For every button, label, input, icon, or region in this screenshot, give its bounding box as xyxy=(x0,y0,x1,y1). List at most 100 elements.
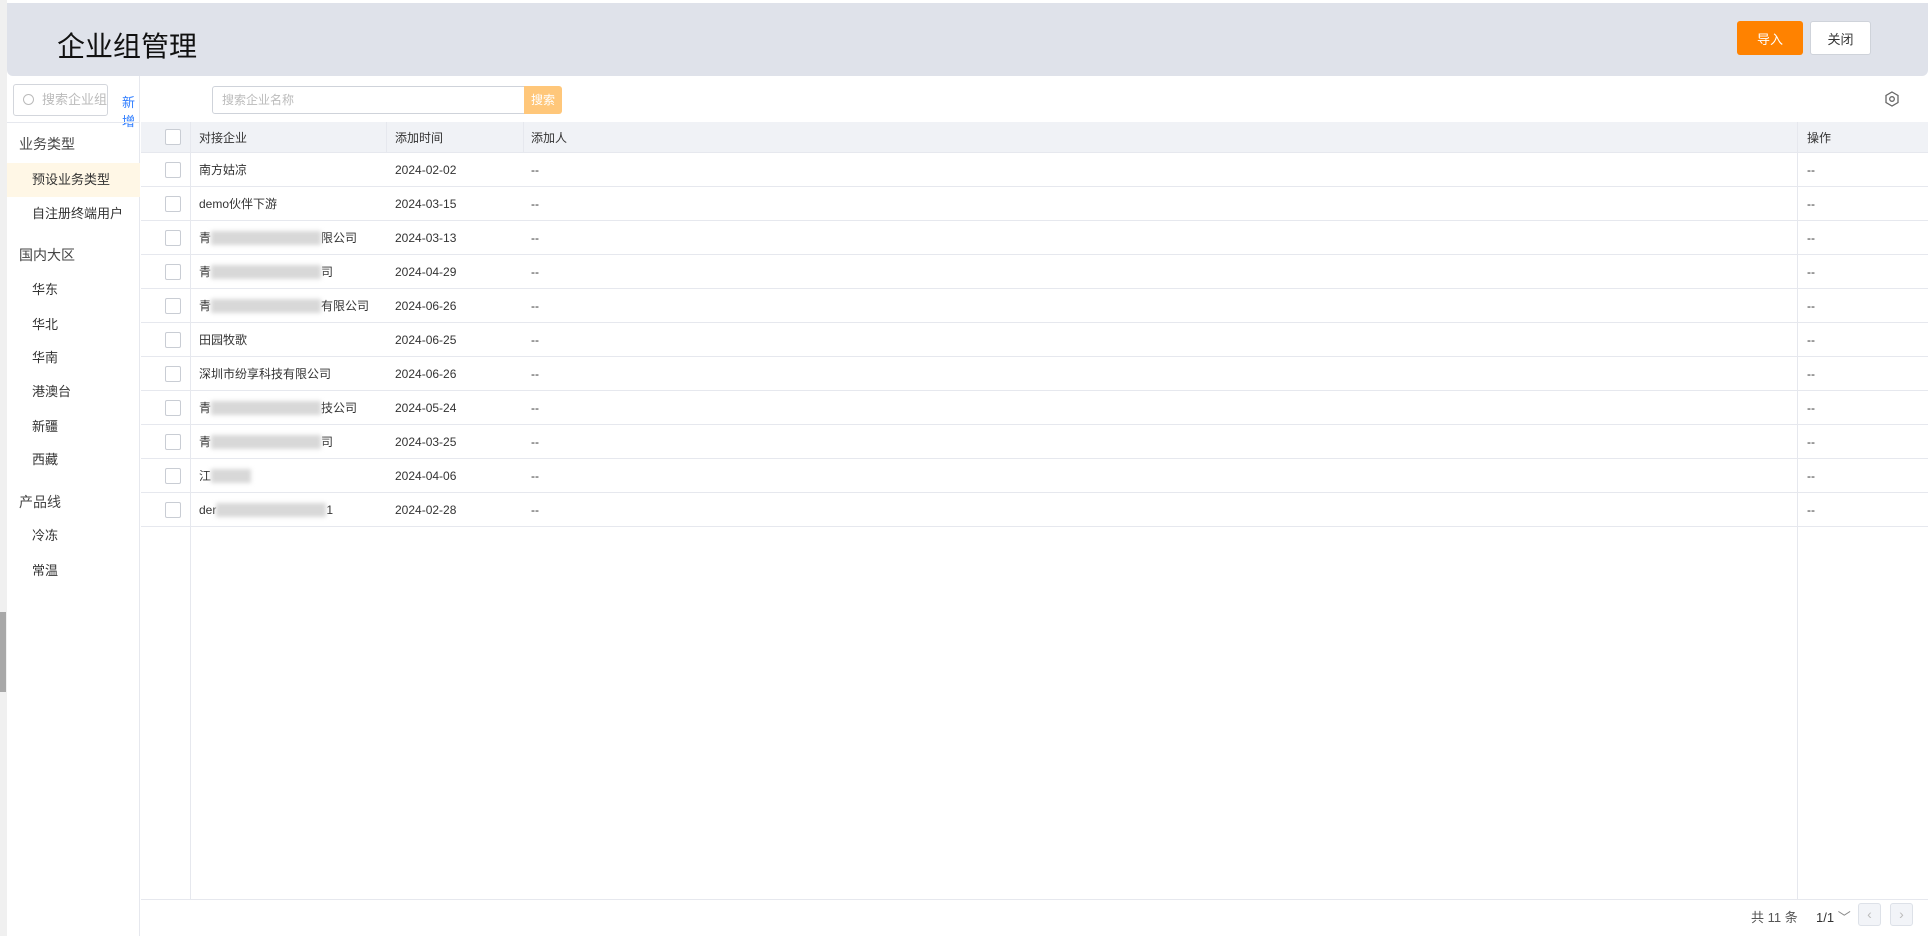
company-cell: 青司 xyxy=(199,434,334,449)
time-cell: 2024-04-06 xyxy=(395,468,457,483)
company-cell: 青有限公司 xyxy=(199,298,370,313)
op-cell: -- xyxy=(1807,468,1815,483)
adder-cell: -- xyxy=(531,400,539,415)
sidebar-item[interactable]: 华南 xyxy=(7,341,140,375)
sidebar-item[interactable]: 自注册终端用户 xyxy=(7,197,140,231)
op-cell: -- xyxy=(1807,400,1815,415)
company-cell: der 1 xyxy=(199,502,334,517)
redacted-block xyxy=(211,434,322,449)
table-row[interactable]: 青限公司 2024-03-13 -- -- xyxy=(141,221,1928,255)
row-checkbox[interactable] xyxy=(165,467,181,484)
op-cell: -- xyxy=(1807,332,1815,347)
table-row[interactable]: 青司 2024-03-25 -- -- xyxy=(141,425,1928,459)
company-cell: 江 xyxy=(199,459,252,492)
sidebar-item[interactable]: 预设业务类型 xyxy=(7,163,140,197)
time-cell: 2024-03-13 xyxy=(395,230,457,245)
row-checkbox[interactable] xyxy=(165,195,181,212)
company-cell: 青限公司 xyxy=(199,230,358,245)
col-adder: 添加人 xyxy=(531,130,568,145)
table-row[interactable]: 南方姑凉 2024-02-02 -- -- xyxy=(141,153,1928,187)
row-checkbox[interactable] xyxy=(165,331,181,348)
op-cell: -- xyxy=(1807,366,1815,381)
adder-cell: -- xyxy=(531,366,539,381)
adder-cell: -- xyxy=(531,230,539,245)
add-group-button[interactable]: 新增 xyxy=(122,92,139,130)
select-all-checkbox[interactable] xyxy=(165,129,181,145)
table-row[interactable]: 深圳市纷享科技有限公司 2024-06-26 -- -- xyxy=(141,357,1928,391)
next-page-button[interactable]: › xyxy=(1890,903,1913,926)
adder-cell: -- xyxy=(531,502,539,517)
table-row[interactable]: 青司 2024-04-29 -- -- xyxy=(141,255,1928,289)
group-search-input[interactable]: 搜索企业组 xyxy=(13,84,108,116)
row-checkbox[interactable] xyxy=(165,501,181,518)
sidebar-item[interactable]: 冷冻 xyxy=(7,519,140,553)
sidebar-item[interactable]: 新疆 xyxy=(7,410,140,444)
settings-icon[interactable] xyxy=(1884,91,1900,107)
op-cell: -- xyxy=(1807,264,1815,279)
col-time: 添加时间 xyxy=(395,130,444,145)
sidebar-item[interactable]: 常温 xyxy=(7,554,140,588)
scrollbar-thumb[interactable] xyxy=(0,612,6,692)
sidebar-item[interactable]: 港澳台 xyxy=(7,375,140,409)
table-row[interactable]: 田园牧歌 2024-06-25 -- -- xyxy=(141,323,1928,357)
redacted-block xyxy=(211,298,322,313)
op-cell: -- xyxy=(1807,196,1815,211)
sidebar: 搜索企业组 新增 业务类型 预设业务类型 自注册终端用户 国内大区 华东 华北 华南 港澳台新… xyxy=(7,76,140,936)
adder-cell: -- xyxy=(531,264,539,279)
divider xyxy=(190,122,191,899)
company-cell: 田园牧歌 xyxy=(199,333,248,347)
divider xyxy=(7,122,140,123)
time-cell: 2024-06-26 xyxy=(395,366,457,381)
sidebar-item[interactable]: 西藏 xyxy=(7,443,140,477)
company-cell: demo伙伴下游 xyxy=(199,197,278,211)
row-checkbox[interactable] xyxy=(165,297,181,314)
row-checkbox[interactable] xyxy=(165,399,181,416)
time-cell: 2024-02-28 xyxy=(395,502,457,517)
op-cell: -- xyxy=(1807,502,1815,517)
row-checkbox[interactable] xyxy=(165,365,181,382)
time-cell: 2024-05-24 xyxy=(395,400,457,415)
col-company: 对接企业 xyxy=(199,130,248,145)
import-button[interactable]: 导入 xyxy=(1737,21,1803,55)
divider xyxy=(386,122,387,153)
redacted-block xyxy=(211,264,322,279)
sidebar-item[interactable]: 华北 xyxy=(7,308,140,342)
table-row[interactable]: 江 2024-04-06 -- -- xyxy=(141,459,1928,493)
chevron-left-icon: ‹ xyxy=(1867,906,1872,922)
search-button[interactable]: 搜索 xyxy=(524,86,562,114)
op-cell: -- xyxy=(1807,434,1815,449)
table-row[interactable]: 青技公司 2024-05-24 -- -- xyxy=(141,391,1928,425)
outer-scrollbar[interactable] xyxy=(0,0,7,936)
row-checkbox[interactable] xyxy=(165,263,181,280)
table-row[interactable]: 青有限公司 2024-06-26 -- -- xyxy=(141,289,1928,323)
time-cell: 2024-02-02 xyxy=(395,162,457,177)
adder-cell: -- xyxy=(531,332,539,347)
search-icon xyxy=(23,94,34,105)
op-cell: -- xyxy=(1807,298,1815,313)
page-select[interactable]: 1/1 ﹀ xyxy=(1816,907,1851,926)
company-cell: 青技公司 xyxy=(199,400,358,415)
adder-cell: -- xyxy=(531,162,539,177)
adder-cell: -- xyxy=(531,298,539,313)
total-count: 共 11 条 xyxy=(1751,910,1798,925)
row-checkbox[interactable] xyxy=(165,229,181,246)
sidebar-group: 业务类型 xyxy=(19,136,75,152)
company-cell: 青司 xyxy=(199,264,334,279)
time-cell: 2024-06-25 xyxy=(395,332,457,347)
time-cell: 2024-03-25 xyxy=(395,434,457,449)
row-checkbox[interactable] xyxy=(165,433,181,450)
table-row[interactable]: der 1 2024-02-28 -- -- xyxy=(141,493,1928,527)
prev-page-button[interactable]: ‹ xyxy=(1858,903,1881,926)
company-search-input[interactable]: 搜索企业名称 xyxy=(212,86,527,114)
adder-cell: -- xyxy=(531,434,539,449)
close-button[interactable]: 关闭 xyxy=(1810,21,1871,55)
page-title: 企业组管理 xyxy=(57,31,198,62)
chevron-down-icon: ﹀ xyxy=(1837,910,1851,925)
redacted-block xyxy=(216,502,327,517)
sidebar-item[interactable]: 华东 xyxy=(7,273,140,307)
row-checkbox[interactable] xyxy=(165,161,181,178)
chevron-right-icon: › xyxy=(1899,906,1904,922)
company-table: 对接企业 添加时间 添加人 操作 南方姑凉 2024-02-02 -- -- d… xyxy=(141,122,1928,899)
table-row[interactable]: demo伙伴下游 2024-03-15 -- -- xyxy=(141,187,1928,221)
page-header: 企业组管理 xyxy=(7,3,1928,76)
